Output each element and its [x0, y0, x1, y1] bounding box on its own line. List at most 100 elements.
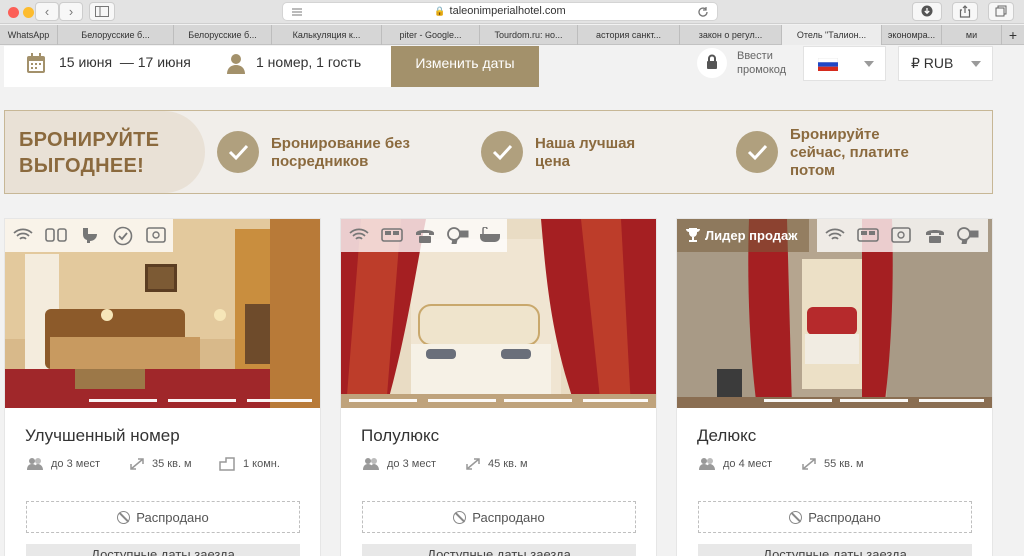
benefit-line: цена — [535, 153, 570, 170]
reload-icon[interactable] — [697, 6, 709, 18]
room-name[interactable]: Делюкс — [697, 426, 756, 446]
photo-slider-indicators[interactable] — [349, 399, 648, 402]
tab-5[interactable]: Tourdom.ru: но... — [480, 25, 578, 45]
tab-6[interactable]: астория санкт... — [578, 25, 680, 45]
promo-code-link[interactable]: Ввести промокод — [737, 49, 799, 77]
banner-title-line-1: БРОНИРУЙТЕ — [19, 129, 160, 151]
room-photo[interactable] — [341, 219, 656, 408]
tabs-icon — [995, 5, 1007, 17]
slide-dot[interactable] — [583, 399, 648, 402]
room-photo[interactable] — [5, 219, 320, 408]
close-window-button[interactable] — [8, 7, 19, 18]
guest-summary[interactable]: 1 номер, 1 гость — [256, 54, 361, 70]
room-capacity: до 3 мест — [51, 458, 100, 470]
safe-icon — [891, 227, 911, 243]
room-area: 35 кв. м — [152, 458, 192, 470]
tab-8[interactable]: Отель "Талион... — [782, 25, 882, 45]
room-name[interactable]: Улучшенный номер — [25, 426, 180, 446]
downloads-button[interactable] — [912, 2, 942, 21]
minimize-window-button[interactable] — [23, 7, 34, 18]
check-circle-icon — [113, 226, 133, 246]
slide-dot[interactable] — [89, 399, 157, 402]
rooms-count-icon — [219, 457, 235, 471]
trophy-icon — [686, 228, 700, 242]
slide-dot[interactable] — [247, 399, 312, 402]
calendar-icon[interactable] — [26, 53, 46, 75]
wifi-icon — [825, 228, 845, 240]
hairdryer-icon — [447, 227, 469, 244]
room-area: 45 кв. м — [488, 458, 528, 470]
double-bed-icon — [857, 228, 879, 242]
slide-dot[interactable] — [919, 399, 984, 402]
ban-icon — [453, 511, 467, 524]
area-icon — [130, 458, 144, 470]
forward-button[interactable]: › — [59, 2, 83, 21]
change-dates-button[interactable]: Изменить даты — [391, 46, 539, 87]
new-tab-button[interactable]: + — [1002, 25, 1024, 45]
slide-dot[interactable] — [428, 399, 496, 402]
address-bar[interactable]: 🔒 taleonimperialhotel.com — [282, 2, 718, 21]
area-icon — [466, 458, 480, 470]
slide-dot[interactable] — [168, 399, 236, 402]
tab-7[interactable]: закон о регул... — [680, 25, 782, 45]
room-photo[interactable]: Лидер продаж — [677, 219, 992, 408]
wifi-icon — [13, 228, 33, 240]
slide-dot[interactable] — [840, 399, 908, 402]
room-name[interactable]: Полулюкс — [361, 426, 439, 446]
slide-dot[interactable] — [764, 399, 832, 402]
benefit-best-price: Наша лучшая цена — [535, 135, 635, 171]
tabs-overview-button[interactable] — [988, 2, 1014, 21]
currency-selector[interactable]: ₽ RUB — [898, 46, 993, 81]
tab-strip: WhatsApp Белорусские б... Белорусские б.… — [0, 25, 1024, 45]
tab-0[interactable]: WhatsApp — [0, 25, 58, 45]
area-icon — [802, 458, 816, 470]
tab-4[interactable]: piter - Google... — [382, 25, 480, 45]
tab-10[interactable]: ми — [942, 25, 1002, 45]
available-dates-button[interactable]: Доступные даты заезда — [362, 544, 636, 556]
status-text: Распродано — [136, 510, 209, 525]
sidebar-icon — [95, 6, 109, 17]
slide-dot[interactable] — [504, 399, 572, 402]
benefit-line: потом — [790, 162, 836, 179]
phone-icon — [926, 230, 944, 243]
language-selector[interactable] — [803, 46, 886, 81]
available-dates-button[interactable]: Доступные даты заезда — [26, 544, 300, 556]
share-button[interactable] — [952, 2, 978, 21]
guest-icon[interactable] — [226, 53, 246, 75]
room-capacity: до 3 мест — [387, 458, 436, 470]
room-card-junior-suite[interactable]: Полулюкс до 3 мест 45 кв. м Распродано Д… — [340, 218, 657, 556]
promo-code-button[interactable] — [697, 48, 727, 78]
lock-icon: 🔒 — [434, 6, 446, 16]
check-icon — [217, 131, 259, 173]
currency-value: ₽ RUB — [911, 55, 954, 71]
available-dates-button[interactable]: Доступные даты заезда — [698, 544, 972, 556]
ban-icon — [789, 511, 803, 524]
sold-out-status: Распродано — [26, 501, 300, 533]
bathtub-icon — [480, 227, 500, 242]
check-icon — [736, 131, 778, 173]
back-button[interactable]: ‹ — [35, 2, 59, 21]
sidebar-toggle-button[interactable] — [89, 2, 115, 21]
photo-slider-indicators[interactable] — [685, 399, 984, 402]
status-text: Распродано — [472, 510, 545, 525]
browser-toolbar: ‹ › 🔒 taleonimperialhotel.com — [0, 0, 1024, 24]
tab-3[interactable]: Калькуляция к... — [272, 25, 382, 45]
benefit-line: Бронируйте — [790, 126, 880, 143]
chevron-down-icon — [864, 61, 874, 67]
bestseller-badge: Лидер продаж — [677, 219, 810, 252]
slide-dot[interactable] — [349, 399, 417, 402]
room-card-deluxe[interactable]: Лидер продаж Делюкс до 4 мест 55 кв. м Р… — [676, 218, 993, 556]
benefit-no-intermediaries: Бронирование без посредников — [271, 135, 410, 171]
room-card-superior[interactable]: Улучшенный номер до 3 мест 35 кв. м 1 ко… — [4, 218, 321, 556]
promo-banner: БРОНИРУЙТЕ ВЫГОДНЕЕ! Бронирование без по… — [4, 110, 993, 194]
banner-title: БРОНИРУЙТЕ ВЫГОДНЕЕ! — [19, 127, 159, 179]
photo-slider-indicators[interactable] — [13, 399, 312, 402]
status-text: Распродано — [808, 510, 881, 525]
room-capacity: до 4 мест — [723, 458, 772, 470]
tab-1[interactable]: Белорусские б... — [58, 25, 174, 45]
benefit-pay-later: Бронируйте сейчас, платите потом — [790, 126, 909, 180]
tab-9[interactable]: экономра... — [882, 25, 942, 45]
date-range[interactable]: 15 июня — 17 июня — [59, 54, 191, 70]
tab-2[interactable]: Белорусские б... — [174, 25, 272, 45]
benefit-line: сейчас, платите — [790, 144, 909, 161]
